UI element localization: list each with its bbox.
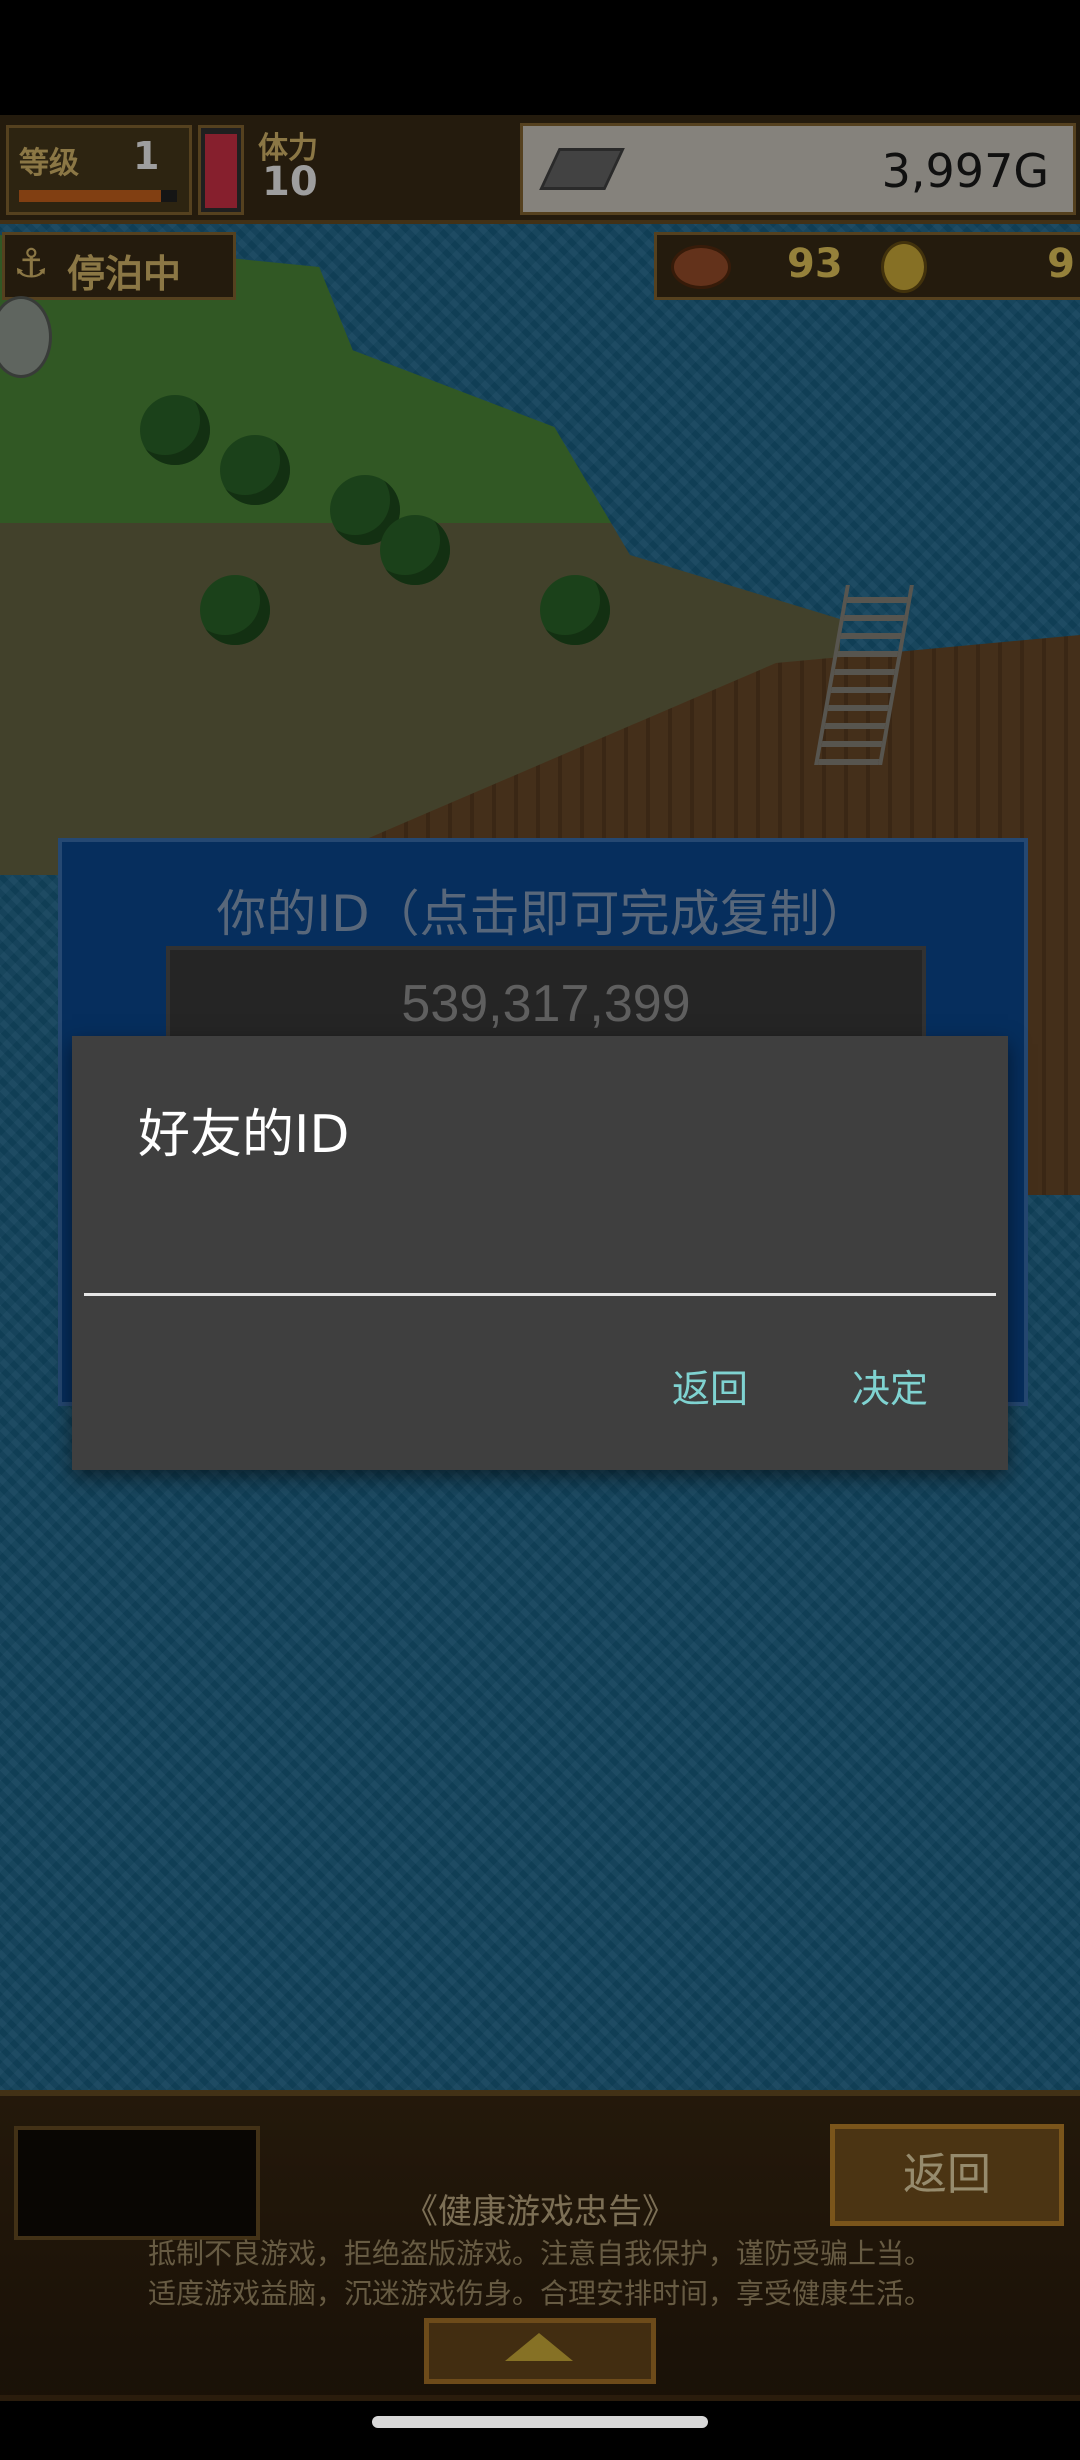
friend-id-dialog: 好友的ID 返回 决定 xyxy=(72,1036,1008,1470)
gesture-nav-handle[interactable] xyxy=(372,2416,708,2428)
dialog-title: 好友的ID xyxy=(138,1105,350,1165)
dialog-confirm-button[interactable]: 决定 xyxy=(838,1348,942,1423)
status-bar xyxy=(0,0,1080,115)
friend-id-input[interactable] xyxy=(84,1196,996,1296)
dialog-back-button[interactable]: 返回 xyxy=(658,1348,762,1423)
